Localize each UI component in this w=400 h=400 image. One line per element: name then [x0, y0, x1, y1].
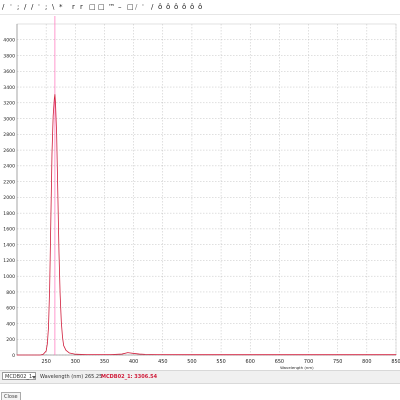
x-tick-label: 350 [100, 359, 109, 365]
x-tick-label: 650 [275, 359, 284, 365]
spectrum-chart[interactable]: 0 200 400 600 800 1000 1200 1400 1600 1800 2000 220… [0, 14, 400, 370]
toolbar-tool-icon[interactable]: ' [38, 4, 40, 11]
toolbar-tool-icon[interactable]: / [24, 4, 26, 11]
chevron-down-icon[interactable] [32, 376, 36, 379]
toolbar-tool-icon[interactable]: ô [190, 4, 194, 11]
y-tick-label: 2200 [3, 179, 15, 185]
toolbar-tool-icon[interactable]: / [135, 4, 137, 11]
y-tick-label: 800 [6, 290, 15, 296]
toolbar-tool-icon[interactable]: ' [142, 4, 144, 11]
plot-frame [16, 23, 397, 356]
spectrum-plot-area[interactable]: 0 200 400 600 800 1000 1200 1400 1600 1800 2000 220… [0, 14, 400, 370]
toolbar-tool-icon[interactable]: \ [52, 4, 54, 11]
toolbar-tool-icon[interactable]: * [59, 4, 63, 11]
toolbar-tool-icon[interactable]: ; [17, 4, 19, 11]
x-tick-label: 450 [158, 359, 167, 365]
y-tick-label: 3000 [3, 116, 15, 122]
toolbar-tool-icon[interactable]: ™ [108, 4, 115, 11]
toolbar-tool-icon[interactable]: □ [127, 4, 134, 11]
spectrum-viewer-window: / ' ; / / ' ; \ * r r □ □ ™ – □ / ' / ô … [0, 0, 400, 400]
close-button[interactable]: Close [1, 392, 21, 400]
y-tick-label: 3400 [3, 85, 15, 91]
x-tick-label: 850 [391, 359, 400, 365]
y-tick-label: 600 [6, 306, 15, 312]
toolbar-tool-icon[interactable]: / [151, 4, 153, 11]
toolbar-tool-icon[interactable]: ô [182, 4, 186, 11]
x-tick-label: 550 [216, 359, 225, 365]
x-tick-label: 300 [71, 359, 80, 365]
toolbar-tool-icon[interactable]: ô [158, 4, 162, 11]
status-bar: MCDB02_1 Wavelength (nm) 265.25 MCDB02_1… [0, 370, 400, 384]
bottom-panel: Close [0, 383, 400, 400]
x-tick-label: 800 [362, 359, 371, 365]
y-tick-label: 2800 [3, 132, 15, 138]
y-tick-label: 4000 [3, 38, 15, 44]
y-tick-label: 2000 [3, 195, 15, 201]
y-tick-label: 1000 [3, 274, 15, 280]
y-tick-label: 2400 [3, 164, 15, 170]
x-tick-label: 750 [333, 359, 342, 365]
toolbar-tool-icon[interactable]: – [118, 4, 122, 11]
x-tick-label: 600 [246, 359, 255, 365]
channel-select-value: MCDB02_1 [5, 374, 33, 380]
toolbar: / ' ; / / ' ; \ * r r □ □ ™ – □ / ' / ô … [0, 0, 400, 15]
y-tick-label: 2600 [3, 148, 15, 154]
y-tick-label: 3600 [3, 69, 15, 75]
y-tick-label: 1200 [3, 258, 15, 264]
toolbar-tool-icon[interactable]: r [72, 4, 75, 11]
toolbar-tool-icon[interactable]: ô [166, 4, 170, 11]
y-tick-label: 1800 [3, 211, 15, 217]
toolbar-tool-icon[interactable]: ô [198, 4, 202, 11]
wavelength-readout: Wavelength (nm) 265.25 [40, 374, 103, 380]
x-tick-label: 500 [187, 359, 196, 365]
y-tick-label: 3200 [3, 101, 15, 107]
toolbar-tool-icon[interactable]: / [2, 4, 4, 11]
toolbar-tool-icon[interactable]: ; [45, 4, 47, 11]
toolbar-tool-icon[interactable]: r [80, 4, 83, 11]
y-tick-label: 400 [6, 321, 15, 327]
y-tick-label: 200 [6, 337, 15, 343]
y-tick-label: 0 [12, 353, 15, 359]
y-tick-label: 3800 [3, 53, 15, 59]
toolbar-tool-icon[interactable]: □ [89, 4, 96, 11]
y-tick-label: 1400 [3, 242, 15, 248]
intensity-readout: MCDB02_1: 3306.54 [101, 374, 158, 380]
y-tick-label: 1600 [3, 227, 15, 233]
toolbar-tool-icon[interactable]: / [31, 4, 33, 11]
toolbar-tool-icon[interactable]: □ [98, 4, 105, 11]
channel-select[interactable]: MCDB02_1 [2, 372, 36, 380]
toolbar-tool-icon[interactable]: ' [10, 4, 12, 11]
toolbar-tool-icon[interactable]: ô [174, 4, 178, 11]
x-tick-label: 400 [129, 359, 138, 365]
x-tick-label: 250 [41, 359, 50, 365]
x-tick-label: 700 [304, 359, 313, 365]
